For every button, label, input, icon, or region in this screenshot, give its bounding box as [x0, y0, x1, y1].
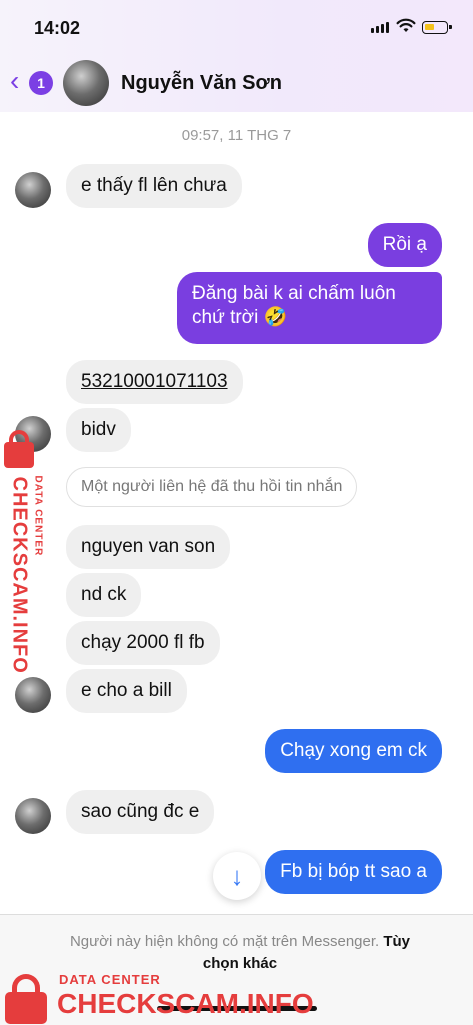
lock-icon [4, 430, 34, 468]
message-bubble-account-number[interactable]: 53210001071103 [66, 360, 243, 404]
watermark-title: CHECKSCAM.INFO [8, 476, 31, 674]
watermark-subtitle: DATA CENTER [59, 972, 161, 987]
unread-badge: 1 [29, 71, 53, 95]
message-timestamp: 09:57, 11 THG 7 [181, 127, 292, 144]
unavailable-notice: Người này hiện không có mặt trên Messeng… [30, 931, 450, 975]
signal-icon [371, 22, 389, 33]
watermark-subtitle: DATA CENTER [32, 475, 44, 557]
unavailable-text: Người này hiện không có mặt trên Messeng… [69, 933, 380, 950]
chat-header: ‹ 1 Nguyễn Văn Sơn [0, 54, 473, 112]
status-bar: 14:02 [0, 0, 473, 54]
watermark-side: DATA CENTER CHECKSCAM.INFO [0, 430, 44, 674]
message-bubble-incoming[interactable]: chạy 2000 fl fb [66, 621, 220, 665]
message-bubble-incoming[interactable]: nguyen van son [66, 525, 231, 569]
message-bubble-outgoing[interactable]: Fb bị bóp tt sao a [265, 850, 442, 894]
contact-avatar[interactable] [63, 60, 109, 106]
message-bubble-outgoing[interactable]: Chạy xong em ck [265, 729, 442, 773]
scroll-to-bottom-button[interactable]: ↓ [213, 852, 261, 900]
message-line: Đăng bài k ai chấm luôn [192, 283, 396, 304]
message-line: chứ trời 🤣 [192, 307, 288, 328]
more-options-link[interactable]: Tùy [383, 933, 410, 950]
message-bubble-incoming[interactable]: nd ck [66, 573, 142, 617]
sender-avatar[interactable] [15, 798, 51, 834]
message-bubble-outgoing[interactable]: Đăng bài k ai chấm luôn chứ trời 🤣 [177, 272, 442, 344]
arrow-down-icon: ↓ [230, 861, 244, 891]
battery-icon [422, 21, 452, 34]
message-bubble-incoming[interactable]: sao cũng đc e [66, 790, 215, 834]
contact-name[interactable]: Nguyễn Văn Sơn [121, 72, 282, 95]
message-bubble-incoming[interactable]: bidv [66, 408, 131, 452]
message-bubble-incoming[interactable]: e thấy fl lên chưa [66, 164, 242, 208]
chevron-left-icon: ‹ [10, 65, 20, 96]
more-options-link[interactable]: chọn khác [203, 955, 277, 972]
message-bubble-incoming[interactable]: e cho a bill [66, 669, 187, 713]
unsent-message-notice: Một người liên hệ đã thu hồi tin nhắn [66, 467, 358, 507]
sender-avatar[interactable] [15, 677, 51, 713]
wifi-icon [396, 18, 416, 32]
message-bubble-outgoing[interactable]: Rồi ạ [367, 223, 442, 267]
sender-avatar[interactable] [15, 172, 51, 208]
status-time: 14:02 [34, 18, 81, 38]
lock-icon [5, 974, 47, 1024]
back-button[interactable]: ‹ 1 [8, 66, 56, 98]
watermark-title: CHECKSCAM.INFO [57, 988, 314, 1019]
